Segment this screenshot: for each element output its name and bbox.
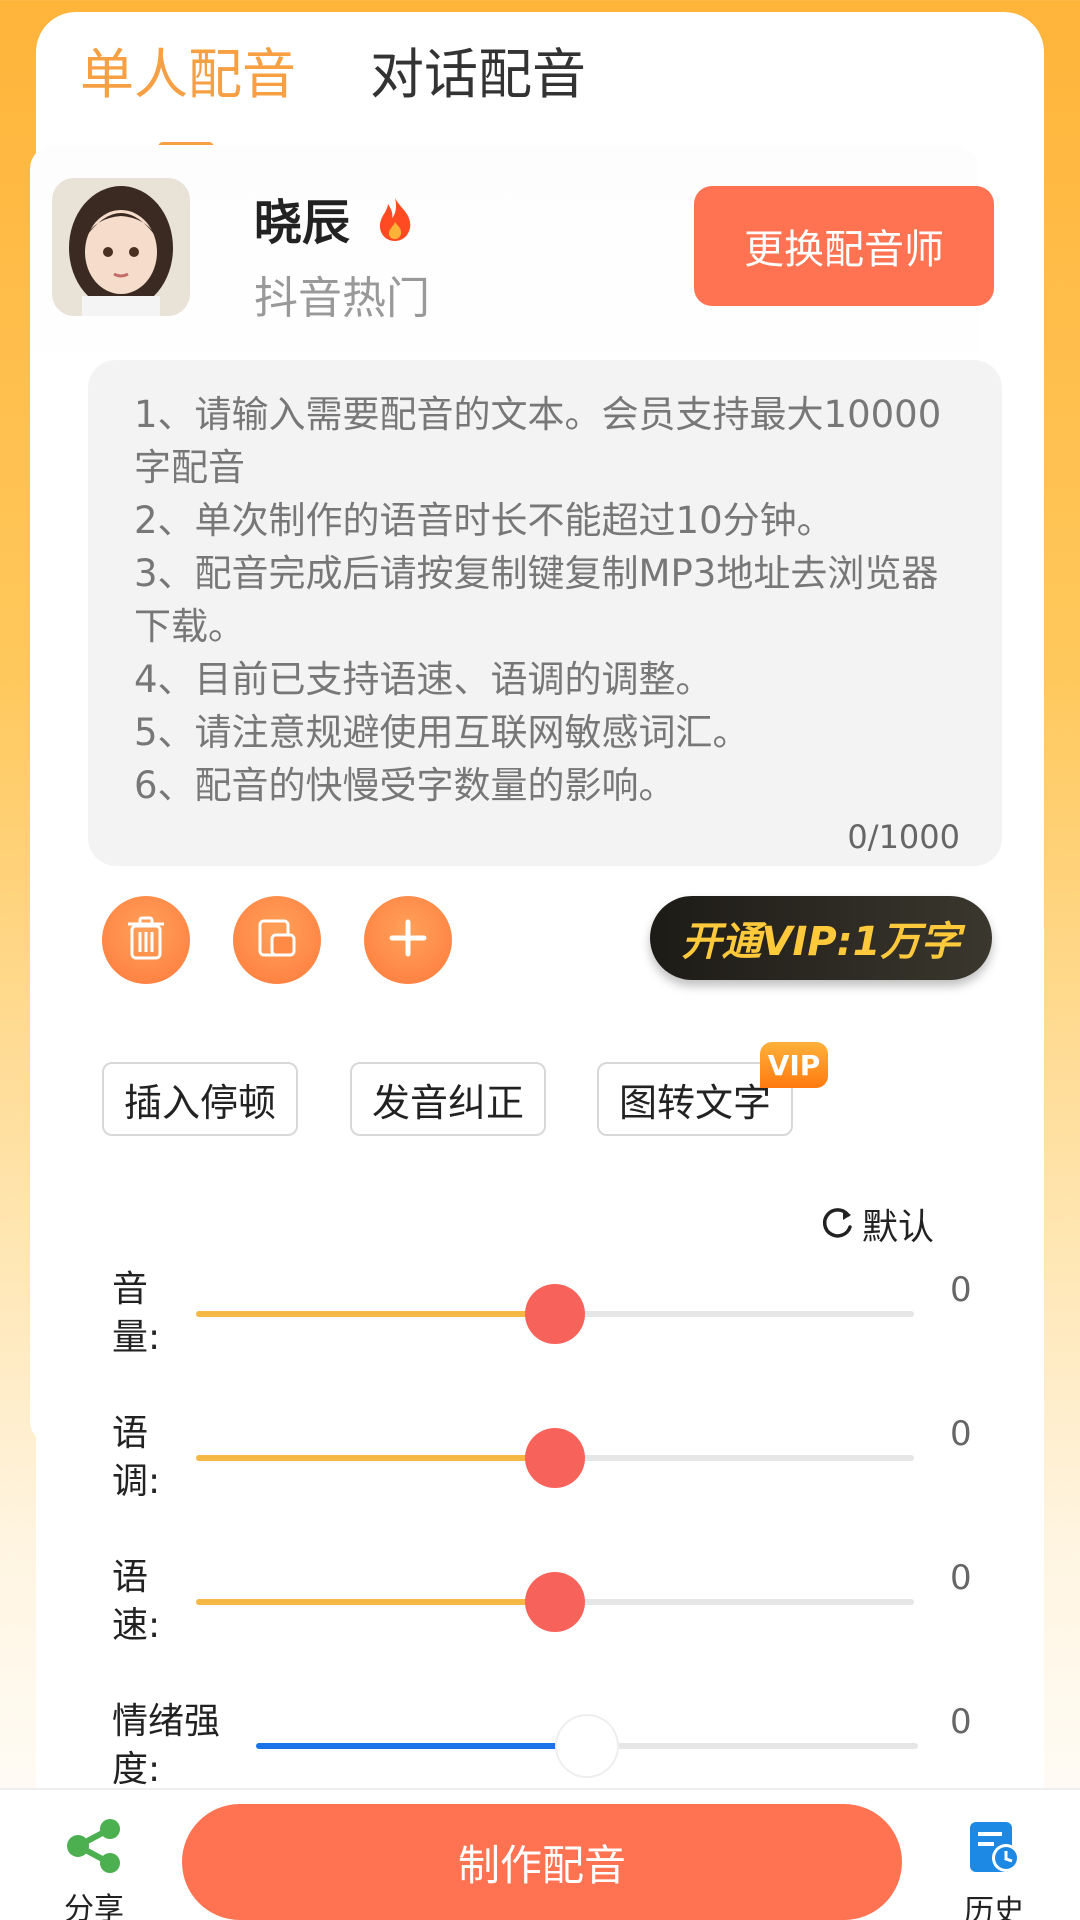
reset-label: 默认	[862, 1207, 935, 1248]
add-button[interactable]	[364, 896, 452, 984]
fire-icon	[374, 196, 416, 242]
tab-dialog-dubbing[interactable]: 对话配音	[370, 30, 586, 109]
slider-value: 0	[950, 1414, 972, 1454]
plus-icon	[386, 916, 430, 964]
make-dubbing-button[interactable]: 制作配音	[182, 1804, 902, 1920]
trash-icon	[124, 914, 168, 966]
char-counter: 0/1000	[847, 818, 960, 856]
paste-icon	[254, 915, 300, 965]
tab-bar: 单人配音 对话配音	[40, 30, 740, 152]
tab-single-dubbing[interactable]: 单人配音	[80, 30, 296, 109]
avatar[interactable]	[52, 178, 190, 316]
change-voice-button[interactable]: 更换配音师	[694, 186, 994, 306]
slider-thumb[interactable]	[525, 1572, 585, 1632]
reset-default-button[interactable]: 默认	[818, 1198, 934, 1250]
slider-thumb[interactable]	[525, 1428, 585, 1488]
history-label: 历史	[964, 1894, 1024, 1920]
slider-fill	[196, 1455, 555, 1461]
placeholder-tips: 1、请输入需要配音的文本。会员支持最大10000字配音 2、单次制作的语音时长不…	[134, 393, 942, 807]
share-button[interactable]: 分享	[54, 1818, 134, 1920]
history-button[interactable]: 历史	[954, 1818, 1034, 1920]
slider-fill	[196, 1599, 555, 1605]
vip-badge: VIP	[760, 1042, 828, 1088]
history-icon	[966, 1822, 1022, 1880]
slider-track[interactable]	[196, 1428, 914, 1488]
slider-fill	[196, 1311, 555, 1317]
slider-label: 语 调:	[112, 1413, 161, 1502]
slider-fill	[256, 1743, 587, 1749]
voice-name: 晓辰	[254, 195, 351, 251]
slider-value: 0	[950, 1558, 972, 1598]
slider-label: 语 速:	[112, 1557, 161, 1646]
pronunciation-fix-button[interactable]: 发音纠正	[350, 1062, 546, 1136]
voice-tag: 抖音热门	[254, 273, 430, 324]
text-input[interactable]: 1、请输入需要配音的文本。会员支持最大10000字配音 2、单次制作的语音时长不…	[88, 360, 1002, 866]
slider-thumb[interactable]	[557, 1716, 617, 1776]
slider-label: 音 量:	[112, 1269, 161, 1358]
share-label: 分享	[64, 1892, 124, 1920]
slider-value: 0	[950, 1702, 972, 1742]
slider-thumb[interactable]	[525, 1284, 585, 1344]
open-vip-button[interactable]: 开通VIP:1万字	[650, 896, 992, 980]
refresh-icon	[818, 1205, 856, 1243]
slider-track[interactable]	[256, 1716, 918, 1776]
share-icon	[64, 1819, 124, 1878]
slider-track[interactable]	[196, 1284, 914, 1344]
slider-track[interactable]	[196, 1572, 914, 1632]
paste-button[interactable]	[233, 896, 321, 984]
slider-label: 情绪强 度:	[112, 1701, 221, 1790]
insert-pause-button[interactable]: 插入停顿	[102, 1062, 298, 1136]
slider-value: 0	[950, 1270, 972, 1310]
clear-button[interactable]	[102, 896, 190, 984]
